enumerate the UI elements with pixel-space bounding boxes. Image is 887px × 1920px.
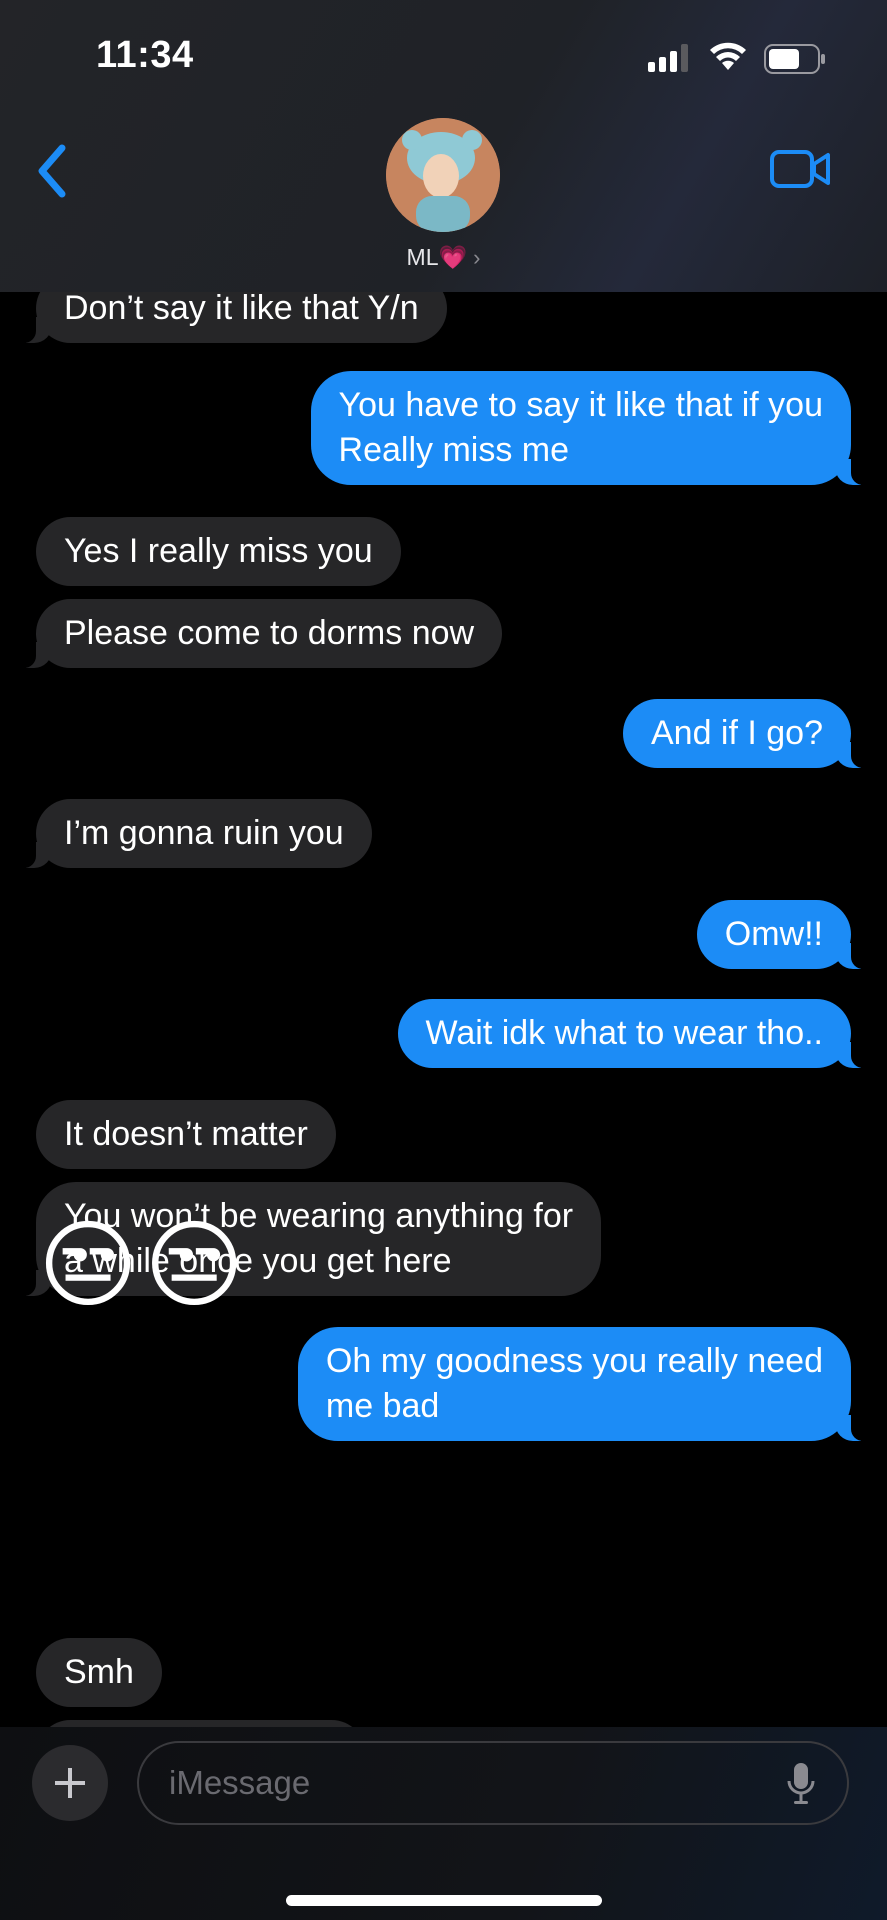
message-outgoing[interactable]: Wait idk what to wear tho.. [397, 999, 874, 1068]
video-call-icon[interactable] [770, 148, 832, 190]
message-incoming[interactable]: Don’t say it like that Y/n [14, 292, 447, 343]
signal-icon [648, 44, 688, 72]
message-outgoing[interactable]: Oh my goodness you really need me bad [297, 1327, 874, 1441]
message-outgoing[interactable]: And if I go? [622, 699, 874, 768]
plus-icon[interactable] [32, 1745, 108, 1821]
status-time: 11:34 [96, 34, 194, 76]
message-incoming[interactable]: I’m gonna ruin you [14, 799, 372, 868]
contact-avatar[interactable] [386, 118, 500, 232]
message-incoming[interactable]: Smh [36, 1638, 162, 1707]
message-thread[interactable]: Don’t say it like that Y/n You have to s… [0, 292, 887, 1727]
message-input[interactable] [137, 1741, 849, 1825]
message-incoming[interactable]: Yes I really miss you [36, 517, 401, 586]
microphone-icon[interactable] [786, 1761, 816, 1807]
wifi-icon [710, 42, 746, 70]
message-emoji[interactable]: 😒😒 [38, 1211, 250, 1321]
back-chevron-icon[interactable] [30, 140, 74, 202]
conversation-header: 11:34 ML💗 › [0, 0, 887, 292]
contact-name-label: ML💗 [406, 244, 468, 270]
contact-name[interactable]: ML💗 › [0, 244, 887, 271]
message-outgoing[interactable]: You have to say it like that if you Real… [310, 371, 874, 485]
message-composer [0, 1727, 887, 1920]
message-outgoing[interactable]: Omw!! [696, 900, 874, 969]
chevron-right-icon: › [473, 245, 481, 270]
home-indicator [286, 1895, 602, 1906]
message-incoming[interactable]: It doesn’t matter [36, 1100, 336, 1169]
battery-icon [764, 44, 825, 74]
message-incoming[interactable]: Please come to dorms now [13, 599, 503, 668]
message-incoming-partial[interactable] [36, 1720, 366, 1727]
avatar-image [386, 118, 500, 232]
